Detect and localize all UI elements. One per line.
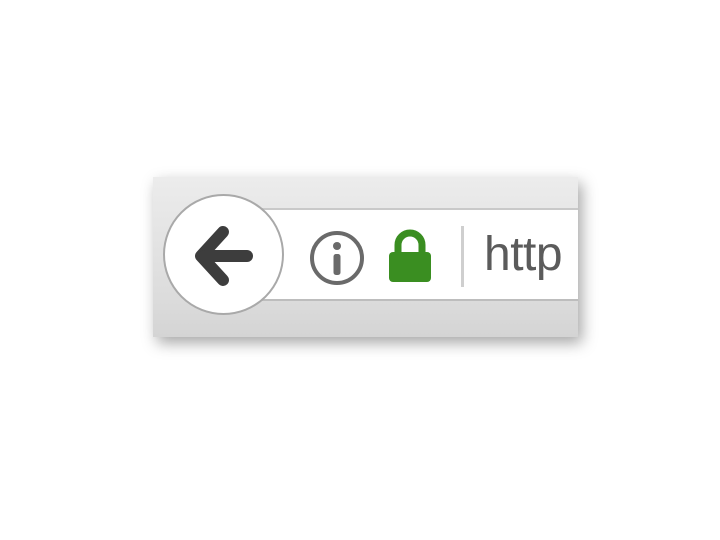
info-circle-icon: [310, 231, 364, 285]
lock-icon: [389, 229, 431, 282]
zoomed-browser-toolbar: http: [0, 0, 720, 540]
url-bar-divider: [461, 226, 464, 287]
back-button[interactable]: [163, 194, 284, 315]
url-text[interactable]: http: [484, 227, 563, 283]
site-info-button[interactable]: [309, 230, 365, 286]
navigation-toolbar: http: [153, 177, 578, 337]
security-indicator[interactable]: [387, 228, 433, 284]
arrow-left-icon: [195, 226, 253, 286]
